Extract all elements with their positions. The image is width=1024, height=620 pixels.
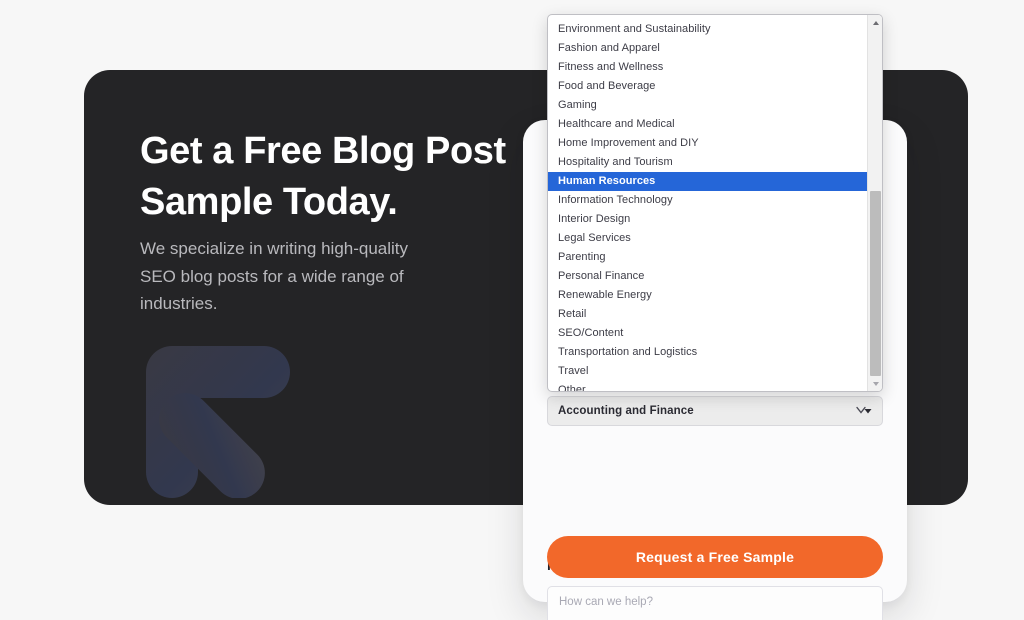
dropdown-option[interactable]: Food and Beverage xyxy=(548,77,867,96)
dropdown-option[interactable]: Renewable Energy xyxy=(548,286,867,305)
dropdown-options-container: Environment and Sustainability Fashion an… xyxy=(548,15,867,391)
dropdown-option[interactable]: Fashion and Apparel xyxy=(548,39,867,58)
dropdown-option[interactable]: Interior Design xyxy=(548,210,867,229)
arrow-mark-logo-icon xyxy=(146,346,318,499)
dropdown-option[interactable]: Information Technology xyxy=(548,191,867,210)
dropdown-option[interactable]: Parenting xyxy=(548,248,867,267)
dropdown-option[interactable]: Other xyxy=(548,381,867,391)
scroll-down-arrow-icon[interactable] xyxy=(868,376,882,391)
dropdown-option[interactable]: Human Resources xyxy=(548,172,867,191)
chevron-down-icon xyxy=(856,406,872,416)
dropdown-option[interactable]: SEO/Content xyxy=(548,324,867,343)
dropdown-option[interactable]: Transportation and Logistics xyxy=(548,343,867,362)
industry-select-value: Accounting and Finance xyxy=(558,405,694,417)
industry-dropdown-list[interactable]: Environment and Sustainability Fashion an… xyxy=(547,14,883,392)
scroll-up-arrow-icon[interactable] xyxy=(868,15,882,30)
request-sample-button[interactable]: Request a Free Sample xyxy=(547,536,883,578)
dropdown-option[interactable]: Legal Services xyxy=(548,229,867,248)
dropdown-option[interactable]: Travel xyxy=(548,362,867,381)
dropdown-scrollbar[interactable] xyxy=(867,15,882,391)
message-input[interactable] xyxy=(547,586,883,620)
dropdown-option[interactable]: Home Improvement and DIY xyxy=(548,134,867,153)
dropdown-option[interactable]: Environment and Sustainability xyxy=(548,20,867,39)
dropdown-option[interactable]: Hospitality and Tourism xyxy=(548,153,867,172)
page-title: Get a Free Blog Post Sample Today. xyxy=(140,130,506,223)
dropdown-option[interactable]: Gaming xyxy=(548,96,867,115)
industry-select[interactable]: Accounting and Finance xyxy=(547,396,883,426)
hero-subheading: We specialize in writing high-quality SE… xyxy=(140,239,409,314)
dropdown-option[interactable]: Healthcare and Medical xyxy=(548,115,867,134)
dropdown-option[interactable]: Retail xyxy=(548,305,867,324)
scrollbar-thumb[interactable] xyxy=(870,191,881,376)
dropdown-option[interactable]: Fitness and Wellness xyxy=(548,58,867,77)
dropdown-option[interactable]: Personal Finance xyxy=(548,267,867,286)
